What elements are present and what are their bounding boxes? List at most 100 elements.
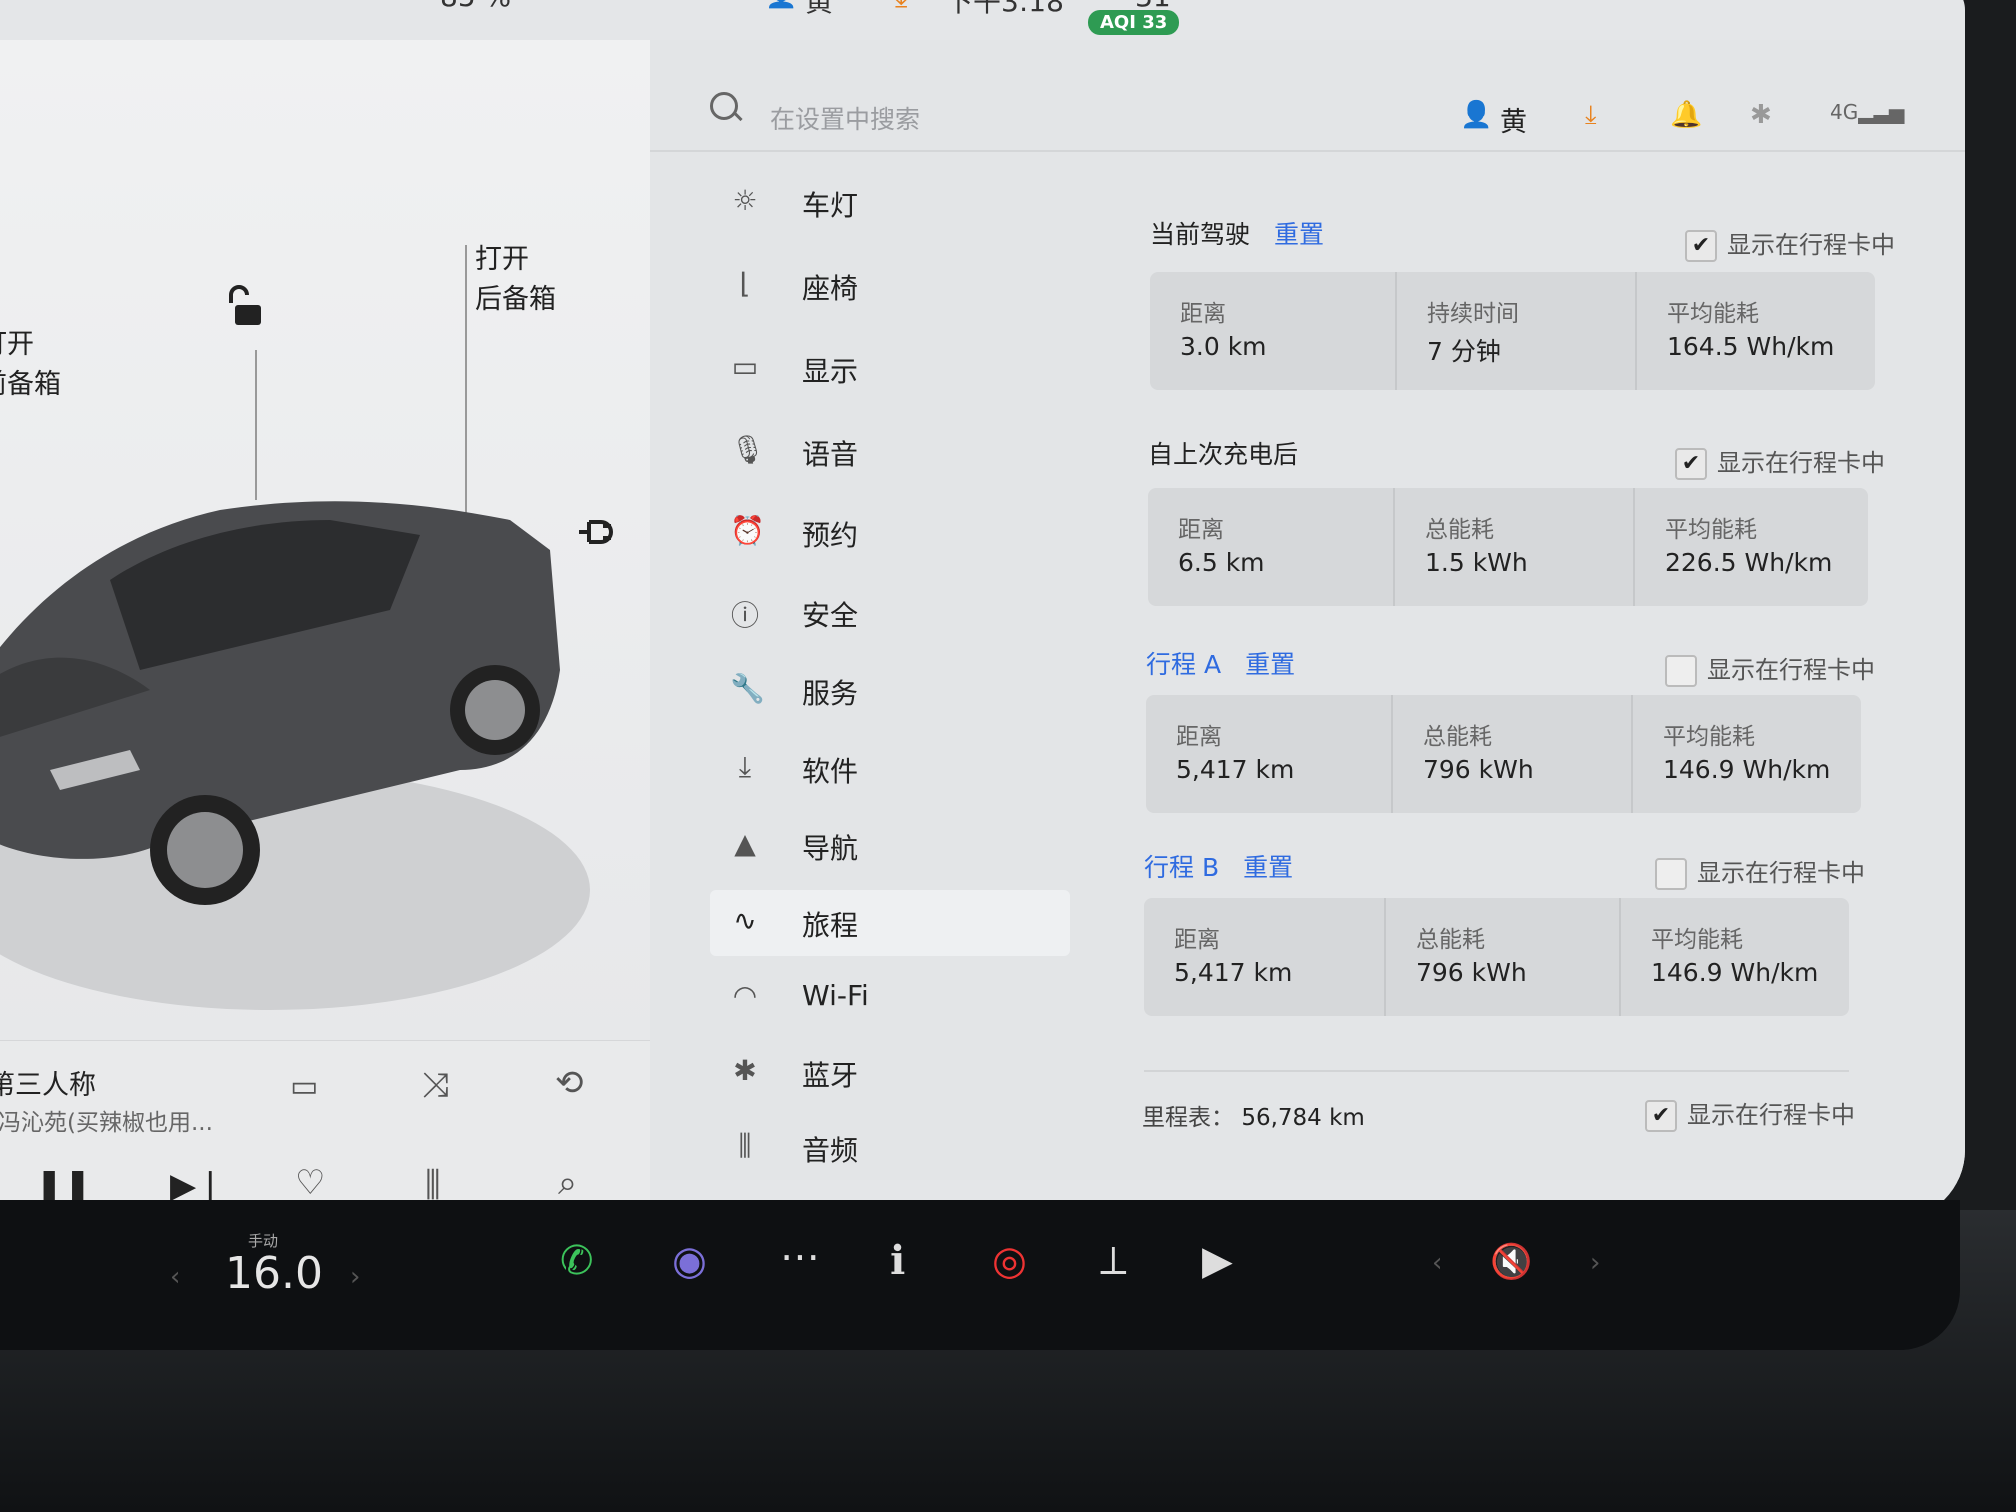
settings-search-input[interactable]: 在设置中搜索 bbox=[770, 100, 920, 136]
stat-value: 3.0 km bbox=[1180, 332, 1267, 361]
nav-wifi[interactable]: ◠ Wi-Fi bbox=[710, 965, 1070, 1031]
section-title: 自上次充电后 bbox=[1148, 440, 1299, 469]
nav-safety[interactable]: ⓘ 安全 bbox=[710, 580, 1070, 646]
section-title: 行程 A bbox=[1146, 650, 1222, 679]
checkbox-unchecked[interactable] bbox=[1655, 858, 1687, 890]
nav-label: Wi-Fi bbox=[802, 979, 869, 1012]
nav-schedule[interactable]: ⏰ 预约 bbox=[710, 500, 1070, 566]
nav-bluetooth[interactable]: ✱ 蓝牙 bbox=[710, 1040, 1070, 1106]
checkbox-checked[interactable]: ✔ bbox=[1645, 1100, 1677, 1132]
unlock-icon[interactable] bbox=[225, 285, 265, 329]
nav-service[interactable]: 🔧 服务 bbox=[710, 658, 1070, 724]
temp-down-chevron-icon[interactable]: ‹ bbox=[170, 1262, 180, 1292]
stat-label: 平均能耗 bbox=[1663, 724, 1755, 750]
section-trip-b: 行程 B 重置 bbox=[1144, 848, 1293, 884]
stat-label: 距离 bbox=[1178, 517, 1224, 543]
nav-voice[interactable]: 🎙 语音 bbox=[710, 419, 1070, 485]
user-icon[interactable]: 👤 bbox=[765, 0, 797, 10]
touchscreen: 85 % 👤 黄 ⤓ 下午3:18 31° AQI 33 打开 后备箱 打开 前… bbox=[0, 0, 1965, 1220]
nav-audio[interactable]: ⫼ 音频 bbox=[710, 1115, 1070, 1181]
stat-label: 平均能耗 bbox=[1651, 927, 1743, 953]
stat-value: 6.5 km bbox=[1178, 548, 1265, 577]
checkbox-checked[interactable]: ✔ bbox=[1675, 448, 1707, 480]
nav-trips[interactable]: ∿ 旅程 bbox=[710, 890, 1070, 956]
checkbox-label: 显示在行程卡中 bbox=[1697, 859, 1865, 887]
alarm-icon: ⏰ bbox=[730, 514, 765, 547]
section-trip-a: 行程 A 重置 bbox=[1146, 645, 1295, 681]
nav-display[interactable]: ▭ 显示 bbox=[710, 336, 1070, 402]
phone-icon[interactable]: ✆ bbox=[560, 1238, 594, 1284]
stat-value: 164.5 Wh/km bbox=[1667, 332, 1835, 361]
reset-current-drive[interactable]: 重置 bbox=[1274, 220, 1324, 249]
checkbox-label: 显示在行程卡中 bbox=[1727, 231, 1895, 259]
odometer-value: 56,784 km bbox=[1241, 1105, 1365, 1131]
media-title: 第三人称 bbox=[0, 1070, 96, 1101]
netease-music-icon[interactable]: ◎ bbox=[992, 1238, 1027, 1284]
search-icon[interactable] bbox=[710, 92, 738, 120]
reset-trip-b[interactable]: 重置 bbox=[1243, 853, 1293, 882]
more-apps-icon[interactable]: ⋯ bbox=[780, 1234, 820, 1280]
lyrics-icon[interactable]: ▭ bbox=[290, 1069, 318, 1104]
temp-up-chevron-icon[interactable]: › bbox=[350, 1262, 360, 1292]
section-current-drive: 当前驾驶 重置 bbox=[1150, 215, 1324, 251]
arcade-joystick-icon[interactable]: ⟂ bbox=[1100, 1238, 1127, 1284]
nav-lights[interactable]: ☼ 车灯 bbox=[710, 170, 1070, 236]
media-player: 第三人称 冯沁苑(买辣椒也用... ▭ ⤨ ⟲ ❚❚ ▶❘ ♡ ⫼ ⌕ bbox=[0, 1040, 650, 1220]
profile-name[interactable]: 黄 bbox=[1500, 100, 1527, 139]
open-rear-trunk[interactable]: 打开 后备箱 bbox=[475, 240, 556, 320]
software-download-icon[interactable]: ⤓ bbox=[1585, 100, 1597, 131]
shuffle-icon[interactable]: ⤨ bbox=[422, 1065, 449, 1105]
status-user-initial[interactable]: 黄 bbox=[805, 0, 833, 20]
stat-distance: 距离 6.5 km bbox=[1148, 488, 1393, 606]
volume-up-chevron-icon[interactable]: › bbox=[1590, 1248, 1600, 1278]
stat-value: 7 分钟 bbox=[1427, 337, 1501, 366]
nav-navigation[interactable]: ▲ 导航 bbox=[710, 813, 1070, 879]
profile-icon[interactable]: 👤 bbox=[1460, 100, 1492, 130]
show-in-trip-card-a[interactable]: 显示在行程卡中 bbox=[1665, 650, 1875, 687]
stat-total-energy: 总能耗 796 kWh bbox=[1384, 898, 1621, 1016]
stat-label: 平均能耗 bbox=[1667, 301, 1759, 327]
show-in-trip-card-odometer[interactable]: ✔ 显示在行程卡中 bbox=[1645, 1095, 1855, 1132]
volume-down-chevron-icon[interactable]: ‹ bbox=[1432, 1248, 1442, 1278]
stat-value: 796 kWh bbox=[1416, 958, 1527, 987]
cabin-temperature[interactable]: 16.0 bbox=[225, 1248, 323, 1299]
stat-total-energy: 总能耗 1.5 kWh bbox=[1393, 488, 1635, 606]
bluetooth-icon[interactable]: ✱ bbox=[1750, 100, 1772, 130]
stat-duration: 持续时间 7 分钟 bbox=[1395, 272, 1637, 390]
media-artist: 冯沁苑(买辣椒也用... bbox=[0, 1110, 213, 1136]
show-in-trip-card-charge[interactable]: ✔ 显示在行程卡中 bbox=[1675, 443, 1885, 480]
stat-distance: 距离 3.0 km bbox=[1150, 272, 1395, 390]
car-panel: 打开 后备箱 打开 前备箱 第三人称 冯沁苑(买辣椒也用... ▭ bbox=[0, 40, 650, 1220]
stat-avg-energy: 平均能耗 226.5 Wh/km bbox=[1633, 488, 1870, 606]
stat-value: 226.5 Wh/km bbox=[1665, 548, 1833, 577]
checkbox-unchecked[interactable] bbox=[1665, 655, 1697, 687]
manual-icon[interactable]: ℹ bbox=[890, 1238, 905, 1284]
nav-label: 预约 bbox=[802, 519, 859, 552]
checkbox-checked[interactable]: ✔ bbox=[1685, 230, 1717, 262]
nav-software[interactable]: ⤓ 软件 bbox=[710, 736, 1070, 802]
display-icon: ▭ bbox=[731, 350, 759, 383]
camera-icon[interactable]: ◉ bbox=[672, 1238, 707, 1284]
show-in-trip-card-b[interactable]: 显示在行程卡中 bbox=[1655, 853, 1865, 890]
section-title: 当前驾驶 bbox=[1150, 220, 1251, 249]
repeat-icon[interactable]: ⟲ bbox=[555, 1063, 584, 1103]
theater-icon[interactable]: ▶ bbox=[1202, 1238, 1233, 1284]
stat-label: 总能耗 bbox=[1416, 927, 1485, 953]
stats-card-since-charge: 距离 6.5 km 总能耗 1.5 kWh 平均能耗 226.5 Wh/km bbox=[1148, 488, 1868, 606]
download-icon[interactable]: ⤓ bbox=[895, 0, 907, 14]
section-title: 行程 B bbox=[1144, 853, 1220, 882]
notification-bell-icon[interactable]: 🔔 bbox=[1670, 100, 1702, 130]
stat-value: 146.9 Wh/km bbox=[1651, 958, 1819, 987]
aqi-badge: AQI 33 bbox=[1088, 10, 1180, 35]
nav-label: 安全 bbox=[802, 599, 859, 632]
reset-trip-a[interactable]: 重置 bbox=[1245, 650, 1295, 679]
open-front-trunk[interactable]: 打开 前备箱 bbox=[0, 325, 61, 405]
media-search-icon[interactable]: ⌕ bbox=[558, 1163, 577, 1203]
favorite-icon[interactable]: ♡ bbox=[295, 1163, 325, 1203]
checkbox-label: 显示在行程卡中 bbox=[1707, 656, 1875, 684]
mute-icon[interactable]: 🔇 bbox=[1490, 1242, 1532, 1282]
nav-seats[interactable]: ⌊ 座椅 bbox=[710, 253, 1070, 319]
show-in-trip-card-current[interactable]: ✔ 显示在行程卡中 bbox=[1685, 225, 1895, 262]
checkbox-label: 显示在行程卡中 bbox=[1717, 449, 1885, 477]
equalizer-icon[interactable]: ⫼ bbox=[425, 1165, 441, 1205]
